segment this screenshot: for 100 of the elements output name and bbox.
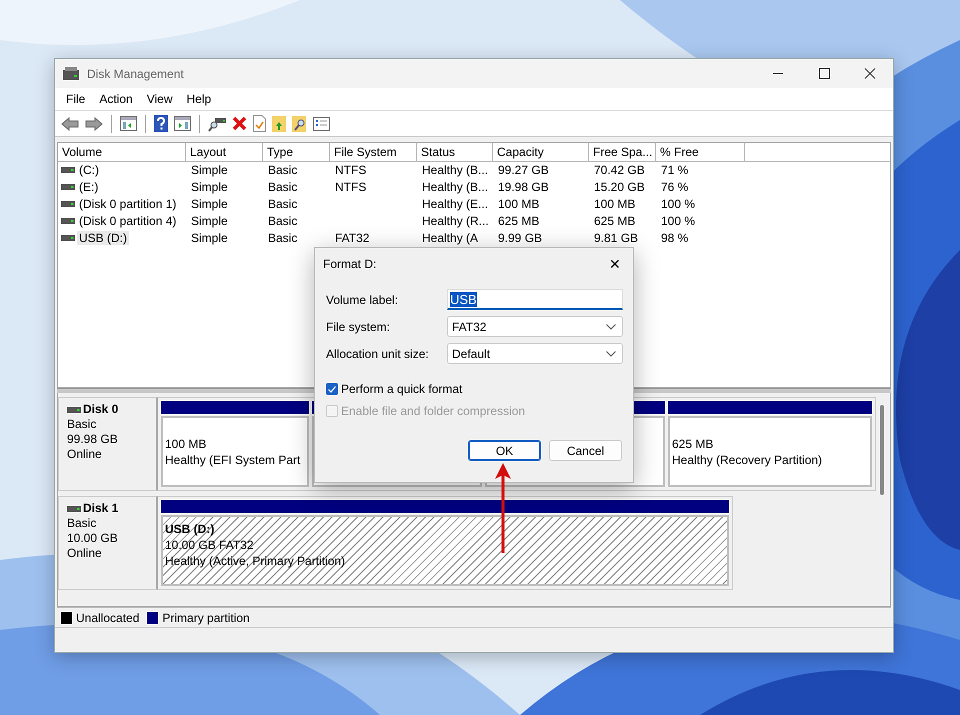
column-header[interactable]: Status bbox=[417, 143, 493, 162]
column-header[interactable]: % Free bbox=[656, 143, 745, 162]
table-cell-text: Simple bbox=[190, 230, 229, 244]
menu-item[interactable]: Action bbox=[92, 92, 140, 106]
field-label: Allocation unit size: bbox=[326, 346, 430, 360]
dialog-title: Format D: bbox=[323, 256, 376, 270]
table-cell-text: Healthy (B... bbox=[421, 162, 490, 176]
disk-name: Disk 0 bbox=[83, 402, 118, 417]
table-cell-text: Simple bbox=[190, 162, 229, 176]
field-label: File system: bbox=[326, 320, 392, 334]
dialog-button[interactable]: OK bbox=[468, 440, 541, 461]
table-cell-text: 70.42 GB bbox=[593, 162, 646, 176]
partition-info: 625 MB bbox=[672, 436, 714, 452]
table-cell-text: 19.98 GB bbox=[497, 180, 550, 194]
dropdown[interactable]: Default bbox=[447, 343, 623, 364]
column-header[interactable]: File System bbox=[330, 143, 417, 162]
table-cell-text: 99.27 GB bbox=[497, 162, 550, 176]
table-cell-text: 9.81 GB bbox=[593, 230, 640, 244]
table-cell-text: Simple bbox=[190, 196, 229, 210]
drive-magnifier-icon[interactable] bbox=[208, 116, 226, 132]
partition-info: Healthy (Recovery Partition) bbox=[672, 452, 822, 468]
document-check-icon[interactable] bbox=[253, 115, 266, 132]
table-cell-text: 9.99 GB bbox=[497, 230, 544, 244]
table-cell-text: 100 % bbox=[660, 214, 696, 228]
column-header[interactable]: Free Spa... bbox=[589, 143, 656, 162]
table-cell[interactable]: (C:) bbox=[77, 162, 101, 176]
table-cell-text: 76 % bbox=[660, 180, 690, 194]
column-header[interactable]: Layout bbox=[186, 143, 263, 162]
forward-arrow-icon[interactable] bbox=[85, 116, 103, 130]
partition-info: 10.00 GB FAT32 bbox=[165, 537, 254, 553]
table-cell[interactable]: (E:) bbox=[77, 180, 100, 194]
menu-item[interactable]: Help bbox=[180, 92, 218, 106]
table-cell-text: 100 MB bbox=[497, 196, 540, 210]
disk-info: Online bbox=[67, 447, 103, 462]
column-header[interactable]: Capacity bbox=[493, 143, 589, 162]
table-cell-text: Basic bbox=[267, 162, 298, 176]
field-label: Volume label: bbox=[326, 292, 400, 306]
partition-info: 100 MB bbox=[165, 436, 206, 452]
table-cell-text: 15.20 GB bbox=[593, 180, 646, 194]
disk-app-icon bbox=[63, 67, 79, 80]
table-cell[interactable]: USB (D:) bbox=[77, 230, 129, 244]
table-cell-text: Simple bbox=[190, 180, 229, 194]
table-cell-text: 625 MB bbox=[497, 214, 540, 228]
drive-icon bbox=[61, 184, 75, 190]
disk-info: Basic bbox=[67, 516, 98, 531]
back-arrow-icon[interactable] bbox=[61, 116, 79, 130]
panel-icon[interactable] bbox=[174, 116, 191, 131]
disk-info: 10.00 GB bbox=[67, 531, 119, 546]
dialog-button[interactable]: Cancel bbox=[549, 440, 622, 461]
volume-label-field[interactable]: USB bbox=[447, 289, 623, 310]
drive-icon bbox=[61, 218, 75, 224]
disk-info: Basic bbox=[67, 417, 98, 432]
partition-info: Healthy (EFI System Part bbox=[165, 452, 300, 468]
table-cell-text: 100 MB bbox=[593, 196, 636, 210]
scrollbar[interactable] bbox=[880, 405, 884, 495]
close-button[interactable]: ✕ bbox=[605, 256, 625, 272]
table-cell-text: Basic bbox=[267, 196, 298, 210]
disk-info: Online bbox=[67, 546, 103, 561]
legend-label: Primary partition bbox=[162, 610, 250, 624]
column-header[interactable]: Volume bbox=[58, 143, 186, 162]
table-cell[interactable]: (Disk 0 partition 4) bbox=[77, 214, 178, 228]
menu-item[interactable]: File bbox=[59, 92, 92, 106]
partition-name: USB (D:) bbox=[165, 521, 214, 537]
disk-info: 99.98 GB bbox=[67, 432, 119, 447]
menu-item[interactable]: View bbox=[140, 92, 180, 106]
table-cell[interactable]: (Disk 0 partition 1) bbox=[77, 196, 178, 210]
window-title: Disk Management bbox=[87, 66, 184, 80]
table-cell-text: Basic bbox=[267, 180, 298, 194]
table-cell-text: Healthy (A bbox=[421, 230, 480, 244]
table-cell-text: Simple bbox=[190, 214, 229, 228]
x-icon[interactable] bbox=[232, 116, 247, 131]
table-cell-text: Basic bbox=[267, 214, 298, 228]
table-cell-text: Healthy (E... bbox=[421, 196, 490, 210]
table-cell-text: Healthy (R... bbox=[421, 214, 490, 228]
legend-label: Unallocated bbox=[76, 610, 140, 624]
checklist-icon[interactable] bbox=[313, 116, 330, 130]
checkbox-label: Perform a quick format bbox=[341, 382, 462, 396]
drive-icon bbox=[67, 506, 81, 512]
table-cell-text: Basic bbox=[267, 230, 298, 244]
drive-icon bbox=[67, 406, 81, 412]
table-cell-text: Healthy (B... bbox=[421, 180, 490, 194]
table-cell-text: 100 % bbox=[660, 196, 696, 210]
help-icon[interactable] bbox=[154, 115, 168, 132]
drive-icon bbox=[61, 166, 75, 172]
dropdown[interactable]: FAT32 bbox=[447, 316, 623, 337]
table-cell-text: FAT32 bbox=[334, 230, 370, 244]
table-cell-text: NTFS bbox=[334, 180, 368, 194]
checkbox[interactable] bbox=[326, 383, 338, 395]
table-cell-text: NTFS bbox=[334, 162, 368, 176]
table-cell-text: 98 % bbox=[660, 230, 690, 244]
disk-name: Disk 1 bbox=[83, 501, 118, 516]
partition-info: Healthy (Active, Primary Partition) bbox=[165, 553, 346, 569]
drive-icon bbox=[61, 234, 75, 240]
chevron-icon bbox=[606, 324, 616, 330]
column-header[interactable]: Type bbox=[263, 143, 330, 162]
folder-search-icon[interactable] bbox=[292, 115, 307, 132]
drive-icon bbox=[61, 200, 75, 206]
panel-icon[interactable] bbox=[120, 116, 137, 131]
chevron-icon bbox=[606, 350, 616, 356]
table-cell-text: 625 MB bbox=[593, 214, 636, 228]
